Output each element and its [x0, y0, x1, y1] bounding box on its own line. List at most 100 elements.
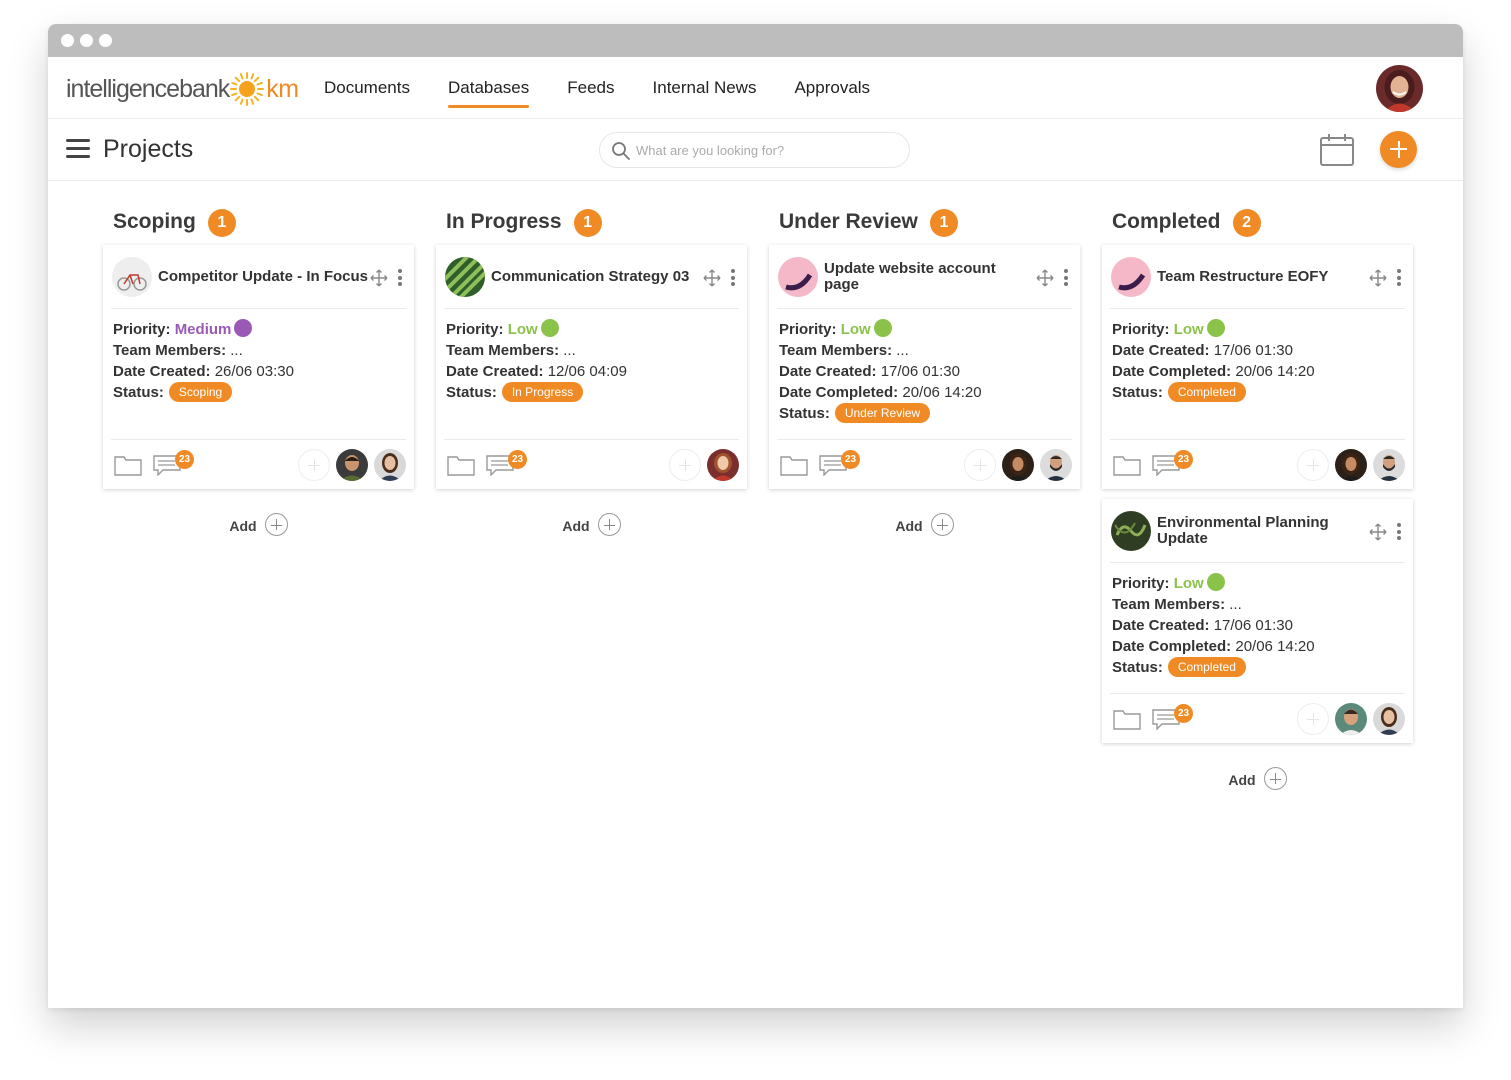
search-box[interactable]	[599, 132, 910, 168]
folder-icon[interactable]	[1113, 454, 1141, 476]
member-avatar[interactable]	[374, 449, 406, 481]
add-card-row[interactable]: Add	[769, 499, 1080, 539]
card-details: Priority: Low Team Members: ... Date Cre…	[769, 309, 1080, 424]
status-badge: In Progress	[501, 382, 584, 402]
card-details: Priority: Medium Team Members: ... Date …	[103, 309, 414, 403]
column-count-badge: 1	[929, 209, 958, 237]
add-project-button[interactable]	[1380, 131, 1417, 168]
card-title[interactable]: Update website account page	[824, 245, 1034, 309]
card-details: Priority: Low Team Members: ... Date Cre…	[436, 309, 747, 403]
team-label: Team Members:	[113, 342, 227, 359]
nav-databases[interactable]: Databases	[447, 57, 530, 119]
column-title: Under Review	[779, 210, 918, 233]
team-value[interactable]: ...	[1229, 596, 1242, 613]
status-label: Status:	[1112, 384, 1163, 401]
add-card-icon[interactable]	[264, 513, 288, 536]
add-label[interactable]: Add	[1228, 772, 1255, 788]
status-label: Status:	[779, 405, 830, 422]
member-avatar[interactable]	[1373, 449, 1405, 481]
calendar-icon[interactable]	[1319, 133, 1355, 167]
card-footer: 23	[1110, 439, 1405, 489]
team-label: Team Members:	[1112, 596, 1226, 613]
move-icon[interactable]	[370, 269, 388, 287]
member-avatar[interactable]	[707, 449, 739, 481]
card-title[interactable]: Team Restructure EOFY	[1157, 245, 1367, 309]
add-member-button[interactable]	[964, 449, 996, 481]
card-header: Competitor Update - In Focus	[111, 245, 406, 309]
card-title[interactable]: Competitor Update - In Focus	[158, 245, 368, 309]
status-badge: Completed	[1167, 382, 1246, 402]
member-avatar[interactable]	[1002, 449, 1034, 481]
nav-internal-news[interactable]: Internal News	[653, 57, 757, 119]
move-icon[interactable]	[703, 269, 721, 287]
project-card[interactable]: Environmental Planning Update Priority: …	[1102, 499, 1413, 743]
add-card-row[interactable]: Add	[103, 499, 414, 539]
add-card-icon[interactable]	[597, 513, 621, 536]
add-card-icon[interactable]	[1263, 767, 1287, 790]
add-card-icon[interactable]	[930, 513, 954, 536]
priority-dot	[1206, 319, 1225, 337]
window-minimize-dot[interactable]	[80, 34, 93, 47]
priority-label: Priority:	[779, 321, 837, 338]
window-maximize-dot[interactable]	[99, 34, 112, 47]
folder-icon[interactable]	[447, 454, 475, 476]
folder-icon[interactable]	[1113, 708, 1141, 730]
more-options-icon[interactable]	[1064, 269, 1068, 286]
member-avatar[interactable]	[1335, 449, 1367, 481]
member-avatar[interactable]	[1373, 703, 1405, 735]
search-input[interactable]	[636, 140, 896, 160]
completed-value: 20/06 14:20	[1235, 638, 1315, 655]
card-footer: 23	[444, 439, 739, 489]
column-count-badge: 1	[207, 209, 236, 237]
add-member-button[interactable]	[1297, 703, 1329, 735]
add-card-row[interactable]: Add	[1102, 753, 1413, 793]
logo[interactable]: intelligencebank km	[66, 72, 299, 106]
team-value[interactable]: ...	[563, 342, 576, 359]
move-icon[interactable]	[1369, 269, 1387, 287]
member-avatar[interactable]	[336, 449, 368, 481]
add-member-button[interactable]	[1297, 449, 1329, 481]
project-card[interactable]: Communication Strategy 03 Priority: Low …	[436, 245, 747, 489]
folder-icon[interactable]	[780, 454, 808, 476]
add-label[interactable]: Add	[895, 518, 922, 534]
member-avatar[interactable]	[1335, 703, 1367, 735]
add-label[interactable]: Add	[229, 518, 256, 534]
more-options-icon[interactable]	[1397, 523, 1401, 540]
more-options-icon[interactable]	[731, 269, 735, 286]
member-avatar[interactable]	[1040, 449, 1072, 481]
team-value[interactable]: ...	[896, 342, 909, 359]
add-member-button[interactable]	[298, 449, 330, 481]
status-label: Status:	[446, 384, 497, 401]
column-header: Under Review 1	[769, 181, 1080, 245]
project-card[interactable]: Team Restructure EOFY Priority: Low Date…	[1102, 245, 1413, 489]
nav-approvals[interactable]: Approvals	[794, 57, 870, 119]
add-card-row[interactable]: Add	[436, 499, 747, 539]
add-member-button[interactable]	[669, 449, 701, 481]
project-card[interactable]: Competitor Update - In Focus Priority: M…	[103, 245, 414, 489]
card-title[interactable]: Environmental Planning Update	[1157, 499, 1367, 563]
priority-value: Low	[507, 321, 538, 338]
team-value[interactable]: ...	[230, 342, 243, 359]
nav-feeds[interactable]: Feeds	[567, 57, 614, 119]
sun-icon	[230, 72, 265, 106]
card-footer: 23	[777, 439, 1072, 489]
nav-documents[interactable]: Documents	[324, 57, 410, 119]
card-title[interactable]: Communication Strategy 03	[491, 245, 701, 309]
window-close-dot[interactable]	[61, 34, 74, 47]
move-icon[interactable]	[1036, 269, 1054, 287]
created-value: 12/06 04:09	[547, 363, 627, 380]
more-options-icon[interactable]	[398, 269, 402, 286]
comment-count-badge: 23	[1174, 704, 1193, 723]
completed-label: Date Completed:	[779, 384, 899, 401]
add-label[interactable]: Add	[562, 518, 589, 534]
project-card[interactable]: Update website account page Priority: Lo…	[769, 245, 1080, 489]
menu-icon[interactable]	[66, 139, 90, 159]
move-icon[interactable]	[1369, 523, 1387, 541]
priority-dot	[1206, 573, 1225, 591]
search-icon	[612, 142, 630, 160]
folder-icon[interactable]	[114, 454, 142, 476]
more-options-icon[interactable]	[1397, 269, 1401, 286]
team-label: Team Members:	[779, 342, 893, 359]
user-avatar[interactable]	[1376, 65, 1423, 112]
project-thumbnail	[1111, 511, 1151, 551]
